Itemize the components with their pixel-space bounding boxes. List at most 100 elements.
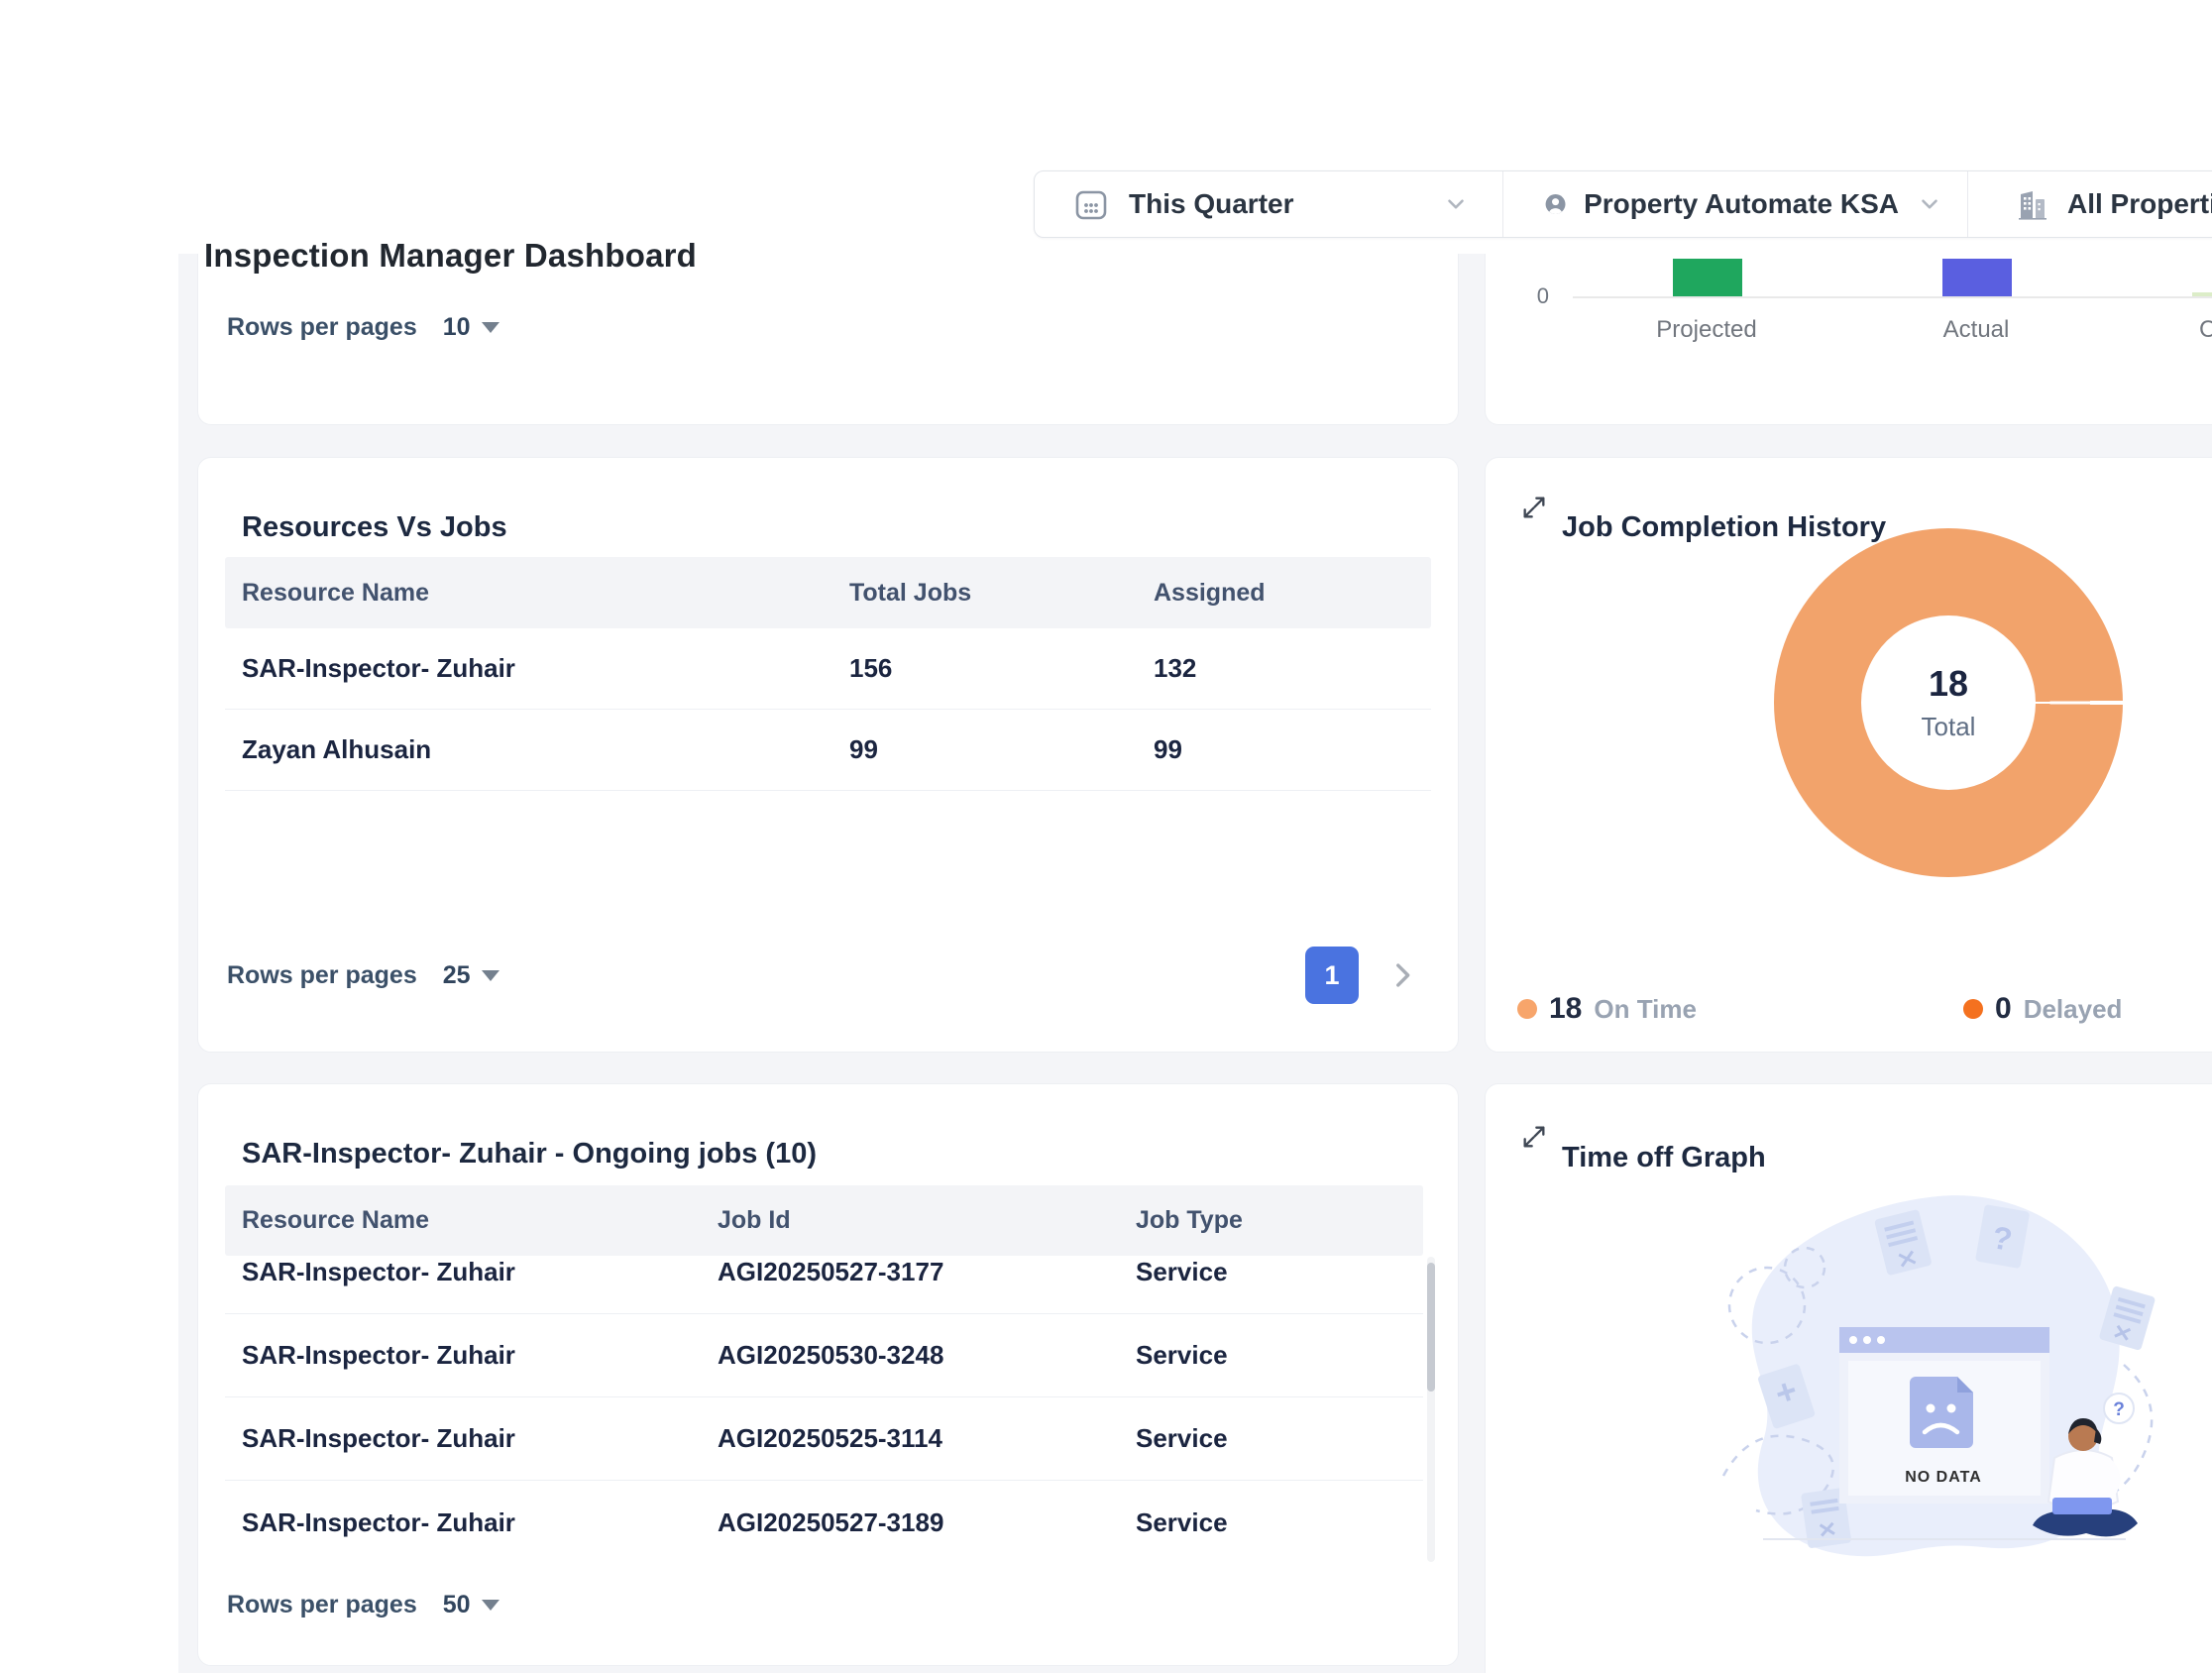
chevron-right-icon <box>1385 958 1419 992</box>
table-row: SAR-Inspector- Zuhair AGI20250525-3114 S… <box>225 1397 1423 1481</box>
rows-per-page-label: Rows per pages <box>227 313 417 342</box>
table-row: Zayan Alhusain 99 99 <box>225 710 1431 791</box>
cell-job-id: AGI20250525-3114 <box>718 1423 1136 1454</box>
cell-resource-name: SAR-Inspector- Zuhair <box>242 1257 718 1287</box>
expand-button[interactable] <box>1520 494 1548 521</box>
cell-resource-name: SAR-Inspector- Zuhair <box>242 653 849 684</box>
expand-button[interactable] <box>1520 1123 1548 1151</box>
table-row: SAR-Inspector- Zuhair AGI20250527-3189 S… <box>225 1481 1423 1561</box>
rows-per-page-label: Rows per pages <box>227 961 417 990</box>
ongoing-jobs-table: Resource Name Job Id Job Type SAR-Inspec… <box>225 1185 1423 1561</box>
column-header-assigned: Assigned <box>1154 579 1431 608</box>
card-resources-vs-jobs: Resources Vs Jobs Resource Name Total Jo… <box>197 457 1459 1053</box>
rows-per-page-value: 10 <box>443 313 471 342</box>
cell-job-type: Service <box>1136 1507 1423 1538</box>
column-header-total-jobs: Total Jobs <box>849 579 1154 608</box>
y-axis-tick: 0 <box>1509 283 1549 309</box>
donut-total-label: Total <box>1922 712 1976 742</box>
ongoing-table-scroll-area[interactable]: SAR-Inspector- Zuhair AGI20250527-3177 S… <box>225 1256 1423 1561</box>
page-1-button[interactable]: 1 <box>1305 947 1359 1004</box>
period-dropdown[interactable]: This Quarter <box>1035 171 1503 237</box>
cell-assigned: 99 <box>1154 734 1431 765</box>
cell-job-id: AGI20250527-3177 <box>718 1257 1136 1287</box>
period-dropdown-label: This Quarter <box>1129 188 1293 220</box>
header: Inspection Manager Dashboard This Quarte… <box>0 0 2212 254</box>
properties-dropdown[interactable]: All Properties <box>1968 171 2212 237</box>
caret-down-icon <box>482 970 499 981</box>
table-row: SAR-Inspector- Zuhair 156 132 <box>225 628 1431 710</box>
bar-projected <box>1673 259 1742 296</box>
rows-per-page-select[interactable]: 25 <box>443 961 499 990</box>
donut-total-value: 18 <box>1929 663 1968 705</box>
cell-job-type: Service <box>1136 1423 1423 1454</box>
card-ongoing-jobs: SAR-Inspector- Zuhair - Ongoing jobs (10… <box>197 1083 1459 1666</box>
card-title: Resources Vs Jobs <box>242 511 507 544</box>
buildings-icon <box>2014 186 2049 222</box>
legend-label: On Time <box>1594 994 1697 1025</box>
scrollbar-thumb[interactable] <box>1427 1263 1435 1392</box>
bar-actual <box>1942 259 2012 296</box>
cell-resource-name: SAR-Inspector- Zuhair <box>242 1423 718 1454</box>
svg-text:?: ? <box>2113 1399 2125 1420</box>
column-header-resource-name: Resource Name <box>242 579 849 608</box>
card-title: Job Completion History <box>1562 511 1886 544</box>
x-axis-line <box>1573 296 2212 298</box>
cell-resource-name: Zayan Alhusain <box>242 734 849 765</box>
column-header-job-type: Job Type <box>1136 1206 1423 1235</box>
expand-icon <box>1520 1123 1548 1151</box>
account-dropdown-label: Property Automate KSA <box>1584 188 1899 220</box>
rows-per-page-control: Rows per pages 50 <box>227 1588 499 1621</box>
rows-per-page-select[interactable]: 10 <box>443 313 499 342</box>
cell-total-jobs: 99 <box>849 734 1154 765</box>
cell-resource-name: SAR-Inspector- Zuhair <box>242 1507 718 1538</box>
bar-label-truncated: C <box>2199 316 2212 344</box>
account-dropdown[interactable]: Property Automate KSA <box>1503 171 1968 237</box>
cell-assigned: 132 <box>1154 653 1431 684</box>
legend-item-on-time: 18 On Time <box>1517 983 1697 1035</box>
cell-total-jobs: 156 <box>849 653 1154 684</box>
user-icon <box>1545 186 1566 222</box>
table-scrollbar[interactable] <box>1427 1257 1435 1562</box>
chevron-down-icon <box>1443 191 1469 217</box>
rows-per-page-select[interactable]: 50 <box>443 1591 499 1619</box>
donut-center: 18 Total <box>1861 615 2036 790</box>
resources-table-header: Resource Name Total Jobs Assigned <box>225 557 1431 628</box>
column-header-resource-name: Resource Name <box>242 1206 718 1235</box>
bar-partial-category <box>2192 292 2212 296</box>
rows-per-page-control: Rows per pages 10 <box>227 310 499 344</box>
next-page-button[interactable] <box>1385 958 1419 992</box>
caret-down-icon <box>482 1600 499 1611</box>
card-job-completion-history: Job Completion History 18 Total 18 On Ti… <box>1485 457 2212 1053</box>
completion-donut-chart: 18 Total <box>1774 528 2123 877</box>
no-data-label: NO DATA <box>1905 1469 1982 1486</box>
card-time-off-graph: Time off Graph ? <box>1485 1083 2212 1673</box>
legend-label: Delayed <box>2024 994 2123 1025</box>
table-row: SAR-Inspector- Zuhair AGI20250530-3248 S… <box>225 1314 1423 1397</box>
browser-window-icon: NO DATA <box>1839 1327 2049 1504</box>
cell-resource-name: SAR-Inspector- Zuhair <box>242 1340 718 1371</box>
card-top-left-partial: Rows per pages 10 <box>197 254 1459 425</box>
legend-item-delayed: 0 Delayed <box>1963 983 2122 1035</box>
card-title: Time off Graph <box>1562 1142 1766 1174</box>
ongoing-table-header: Resource Name Job Id Job Type <box>225 1185 1423 1256</box>
calendar-icon <box>1073 186 1109 222</box>
properties-dropdown-label: All Properties <box>2067 188 2212 220</box>
bar-label-projected: Projected <box>1637 316 1776 344</box>
no-data-illustration: ? <box>1706 1178 2171 1585</box>
expand-icon <box>1520 494 1548 521</box>
caret-down-icon <box>482 322 499 333</box>
filter-bar: This Quarter Property Automate KSA <box>1034 170 2212 238</box>
resources-table: Resource Name Total Jobs Assigned SAR-In… <box>225 557 1431 791</box>
cell-job-id: AGI20250527-3189 <box>718 1507 1136 1538</box>
cell-job-id: AGI20250530-3248 <box>718 1340 1136 1371</box>
on-time-dot-icon <box>1517 999 1537 1019</box>
legend-value: 0 <box>1995 992 2012 1026</box>
cell-job-type: Service <box>1136 1340 1423 1371</box>
rows-per-page-value: 25 <box>443 961 471 990</box>
page-title: Inspection Manager Dashboard <box>204 237 697 275</box>
rows-per-page-control: Rows per pages 25 <box>227 958 499 992</box>
rows-per-page-value: 50 <box>443 1591 471 1619</box>
cell-job-type: Service <box>1136 1257 1423 1287</box>
bar-label-actual: Actual <box>1907 316 2046 344</box>
chevron-down-icon <box>1917 191 1942 217</box>
